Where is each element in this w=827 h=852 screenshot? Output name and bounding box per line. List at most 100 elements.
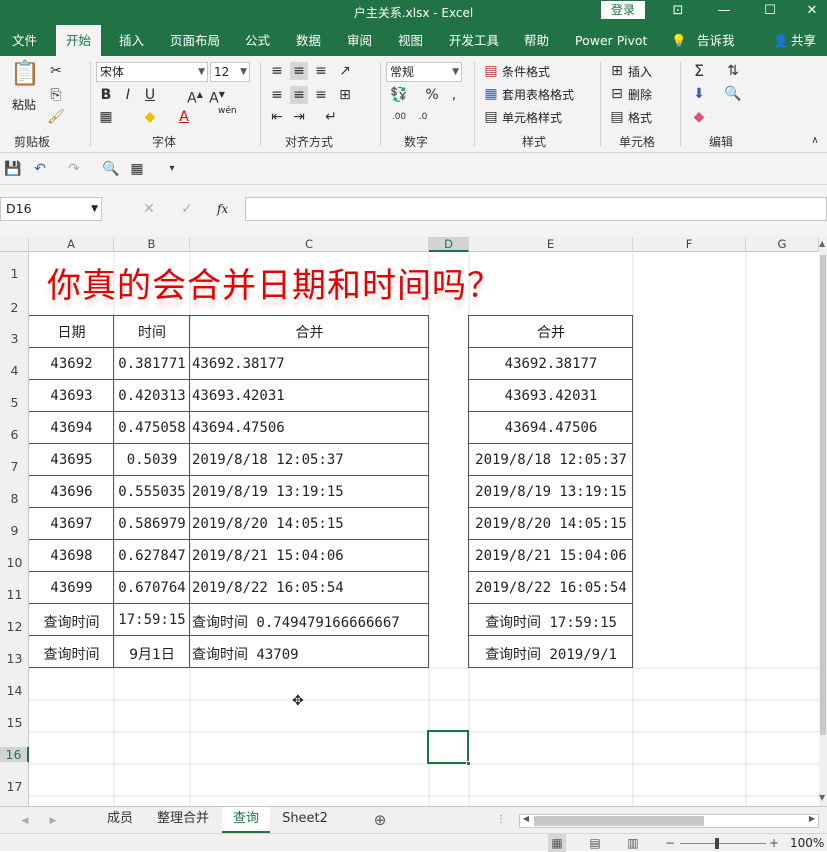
italic-icon[interactable]: I [120,86,136,104]
prev-sheet-icon[interactable]: ◀ [20,812,30,830]
percent-icon[interactable]: % [424,86,440,104]
active-cell[interactable] [427,730,469,764]
tab-file[interactable]: 文件 [12,25,37,56]
bold-icon[interactable]: B [98,86,114,104]
wrap-text-icon[interactable]: ↵ [322,108,340,126]
row-header[interactable]: 6 [0,427,29,442]
row-header[interactable]: 5 [0,395,29,410]
page-break-view-icon[interactable]: ▥ [624,834,642,852]
font-name-select[interactable]: 宋体 ▼ [96,62,208,82]
paste-label[interactable]: 粘贴 [12,96,36,113]
normal-view-icon[interactable]: ▦ [548,834,566,852]
cell-styles-icon[interactable]: ▤ [482,108,500,126]
decrease-indent-icon[interactable]: ⇤ [268,108,286,126]
format-painter-icon[interactable]: 🖌 [47,108,65,126]
save-icon[interactable]: 💾 [4,160,21,178]
zoom-in-icon[interactable]: + [768,834,780,852]
conditional-format-icon[interactable]: ▤ [482,62,500,80]
tell-me[interactable]: 告诉我 [697,25,735,56]
paste-icon[interactable]: 📋 [10,61,40,94]
sheet-tab[interactable]: Sheet2 [274,807,336,833]
cut-icon[interactable]: ✂ [47,62,65,80]
decrease-decimal-icon[interactable]: .0 [412,108,434,126]
insert-cells-button[interactable]: 插入 [628,63,652,80]
increase-decimal-icon[interactable]: .00 [388,108,410,126]
row-header[interactable]: 9 [0,523,29,538]
row-header[interactable]: 3 [0,331,29,346]
align-bottom-icon[interactable]: ≡ [312,62,330,80]
select-all-corner[interactable] [0,237,29,252]
format-cells-button[interactable]: 格式 [628,109,652,126]
scroll-up-icon[interactable]: ▲ [819,239,827,248]
enter-icon[interactable]: ✓ [178,200,196,218]
worksheet-grid[interactable]: 你真的会合并日期和时间吗？ 日期 时间 合并 合并 43692 43693 43… [29,252,819,806]
copy-icon[interactable]: ⎘ [47,86,65,104]
align-top-icon[interactable]: ≡ [268,62,286,80]
tab-developer[interactable]: 开发工具 [449,25,499,56]
tab-formulas[interactable]: 公式 [245,25,270,56]
clear-icon[interactable]: ◆ [690,108,708,126]
row-header[interactable]: 12 [0,619,29,634]
undo-icon[interactable]: ↶ [32,160,48,178]
phonetic-guide-icon[interactable]: wén [218,106,237,116]
align-right-icon[interactable]: ≡ [312,86,330,104]
underline-icon[interactable]: U [142,86,158,104]
tab-insert[interactable]: 插入 [119,25,144,56]
minimize-icon[interactable]: — [714,2,734,20]
tab-review[interactable]: 审阅 [347,25,372,56]
row-header[interactable]: 17 [0,779,29,794]
login-button[interactable]: 登录 [601,1,645,19]
person-icon[interactable]: 👤 [773,25,789,56]
align-center-icon[interactable]: ≡ [290,86,308,104]
tab-help[interactable]: 帮助 [524,25,549,56]
column-header[interactable]: G [746,237,819,252]
tab-home[interactable]: 开始 [56,25,102,56]
column-header[interactable]: C [190,237,429,252]
name-box[interactable]: D16 ▼ [0,197,102,221]
row-header[interactable]: 14 [0,683,29,698]
scroll-thumb[interactable] [820,255,826,735]
delete-cells-icon[interactable]: ⊟ [608,85,626,103]
fill-icon[interactable]: ⬇ [690,85,708,103]
zoom-level[interactable]: 100% [790,836,824,850]
border-icon[interactable]: ▦ [98,108,114,126]
row-header[interactable]: 4 [0,363,29,378]
orientation-icon[interactable]: ↗ [336,62,354,80]
row-header[interactable]: 13 [0,651,29,666]
tab-split-icon[interactable]: ⋮ [496,811,506,829]
find-select-icon[interactable]: 🔍 [724,85,742,103]
maximize-icon[interactable]: ☐ [760,2,780,20]
sheet-tab-active[interactable]: 查询 [222,807,270,833]
row-header[interactable]: 8 [0,491,29,506]
table-format-button[interactable]: 套用表格格式 [502,86,574,103]
column-header-selected[interactable]: D [429,237,469,252]
insert-function-button[interactable]: fx [217,202,228,216]
tab-view[interactable]: 视图 [398,25,423,56]
tab-power-pivot[interactable]: Power Pivot [575,25,647,56]
column-header[interactable]: A [29,237,114,252]
print-preview-icon[interactable]: 🔍 [102,160,119,178]
lightbulb-icon[interactable]: 💡 [671,25,687,56]
comma-icon[interactable]: , [446,86,462,104]
decrease-font-icon[interactable]: A▼ [208,86,226,108]
add-sheet-icon[interactable]: ⊕ [371,811,389,829]
sort-filter-icon[interactable]: ⇅ [724,62,742,80]
horizontal-scrollbar[interactable]: ◀ ▶ [519,814,819,828]
column-header[interactable]: F [633,237,746,252]
column-header[interactable]: B [114,237,190,252]
zoom-slider[interactable] [680,843,766,844]
fill-handle[interactable] [466,761,471,766]
increase-font-icon[interactable]: A▲ [186,86,204,108]
zoom-out-icon[interactable]: − [664,834,676,852]
align-middle-icon[interactable]: ≡ [290,62,308,80]
conditional-format-button[interactable]: 条件格式 [502,63,550,80]
tab-page-layout[interactable]: 页面布局 [170,25,220,56]
formula-input[interactable] [245,197,827,221]
row-header[interactable]: 2 [0,300,29,315]
autosum-icon[interactable]: Σ [690,62,708,80]
cell-styles-button[interactable]: 单元格样式 [502,109,562,126]
form-icon[interactable]: ▦ [128,160,146,178]
scroll-left-icon[interactable]: ◀ [520,814,532,823]
font-color-icon[interactable]: A [176,108,192,126]
vertical-scrollbar[interactable]: ▲ ▼ [819,237,827,806]
